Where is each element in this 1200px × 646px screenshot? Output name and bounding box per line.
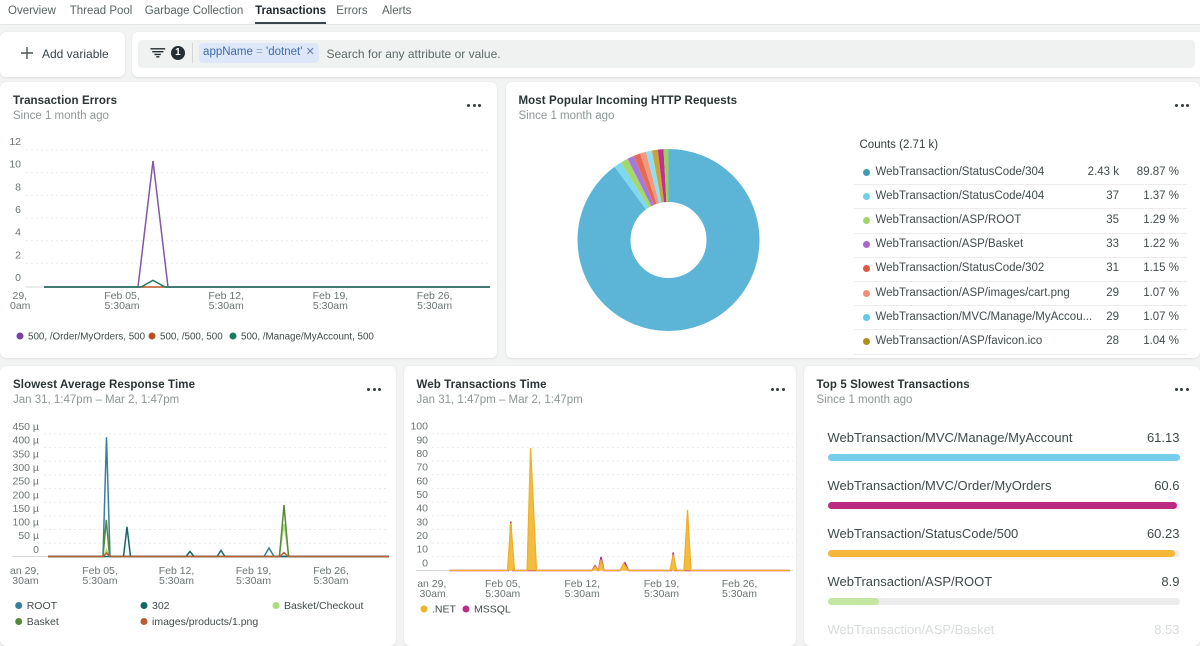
svg-text:0am: 0am [10, 300, 31, 312]
svg-text:70: 70 [416, 462, 428, 474]
svg-text:200 µ: 200 µ [13, 489, 40, 501]
svg-text:6: 6 [15, 204, 21, 216]
svg-text:5:30am: 5:30am [82, 575, 117, 587]
svg-text:450 µ: 450 µ [13, 421, 40, 433]
svg-text:5:30am: 5:30am [564, 588, 599, 600]
svg-text:2: 2 [15, 249, 21, 261]
svg-text:100: 100 [410, 421, 428, 433]
svg-text:5:30am: 5:30am [104, 300, 139, 312]
svg-text:400 µ: 400 µ [13, 435, 40, 447]
svg-text:20: 20 [416, 530, 428, 542]
svg-text:90: 90 [416, 434, 428, 446]
svg-text:80: 80 [416, 448, 428, 460]
svg-text:5:30am: 5:30am [485, 588, 520, 600]
svg-text:500, /Order/MyOrders, 500: 500, /Order/MyOrders, 500 [28, 332, 146, 343]
svg-text:12: 12 [9, 136, 21, 148]
svg-text:0: 0 [33, 544, 39, 556]
svg-text:5:30am: 5:30am [236, 575, 271, 587]
svg-text:MSSQL: MSSQL [474, 604, 511, 616]
svg-text:500, /500, 500: 500, /500, 500 [160, 332, 223, 343]
svg-text:250 µ: 250 µ [13, 476, 40, 488]
svg-text:300 µ: 300 µ [13, 462, 40, 474]
svg-text:30am: 30am [419, 588, 446, 600]
svg-text:ROOT: ROOT [27, 600, 58, 612]
svg-text:50: 50 [416, 489, 428, 501]
svg-text:30am: 30am [12, 575, 39, 587]
svg-text:5:30am: 5:30am [159, 575, 194, 587]
svg-text:5:30am: 5:30am [313, 575, 348, 587]
svg-text:.NET: .NET [432, 604, 457, 616]
svg-text:0: 0 [422, 557, 428, 569]
svg-text:5:30am: 5:30am [721, 588, 756, 600]
svg-text:4: 4 [15, 227, 21, 239]
svg-text:30: 30 [416, 516, 428, 528]
svg-text:10: 10 [9, 159, 21, 171]
svg-text:images/products/1.png: images/products/1.png [152, 616, 258, 628]
svg-text:60: 60 [416, 475, 428, 487]
svg-text:8: 8 [15, 181, 21, 193]
svg-text:Basket: Basket [27, 616, 59, 628]
svg-text:5:30am: 5:30am [417, 300, 452, 312]
svg-text:5:30am: 5:30am [313, 300, 348, 312]
svg-text:350 µ: 350 µ [13, 448, 40, 460]
svg-text:5:30am: 5:30am [209, 300, 244, 312]
svg-text:302: 302 [152, 600, 170, 612]
svg-text:150 µ: 150 µ [13, 503, 40, 515]
svg-text:10: 10 [416, 544, 428, 556]
svg-text:40: 40 [416, 503, 428, 515]
svg-text:0: 0 [15, 272, 21, 284]
svg-text:50 µ: 50 µ [18, 530, 39, 542]
svg-text:500, /Manage/MyAccount, 500: 500, /Manage/MyAccount, 500 [241, 332, 374, 343]
svg-text:100 µ: 100 µ [13, 517, 40, 529]
svg-text:5:30am: 5:30am [643, 588, 678, 600]
svg-text:Basket/Checkout: Basket/Checkout [284, 600, 363, 612]
